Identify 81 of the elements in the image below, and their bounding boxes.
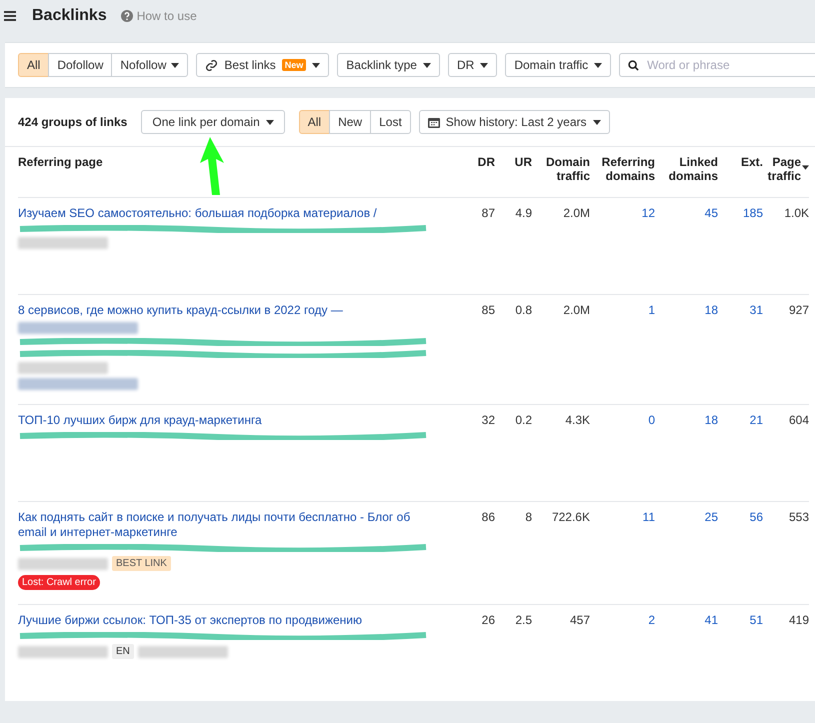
caret-icon: [312, 62, 320, 68]
table-cell: 419: [788, 613, 809, 627]
table-cell: 8: [525, 510, 532, 524]
table-cell: 927: [788, 303, 809, 317]
caret-icon: [266, 120, 274, 124]
count-link[interactable]: 2: [648, 613, 655, 627]
table-cell: 32: [482, 413, 495, 427]
count-link[interactable]: 0: [648, 413, 655, 427]
count-link[interactable]: 18: [704, 413, 718, 427]
caret-icon: [592, 120, 601, 124]
table-cell: 604: [788, 413, 809, 427]
caret-icon: [480, 62, 488, 68]
arrow-annotation: [198, 137, 226, 197]
filter-dropdown[interactable]: Domain traffic: [505, 53, 612, 77]
column-header[interactable]: Referring page: [18, 147, 467, 197]
table-cell: 1.0K: [784, 206, 809, 220]
table-cell: 2.5: [515, 613, 532, 627]
caret-icon: [171, 62, 180, 68]
column-header[interactable]: Ext.: [718, 147, 763, 197]
table-cell: 553: [788, 510, 809, 524]
table-cell: 2.0M: [563, 206, 590, 220]
count-link[interactable]: 185: [742, 206, 763, 220]
table-cell: 86: [482, 510, 495, 524]
search-icon: [628, 60, 640, 71]
table-cell: 722.6K: [552, 510, 590, 524]
new-badge: New: [282, 59, 306, 71]
count-link[interactable]: 51: [750, 613, 763, 627]
link-type-tab[interactable]: All: [18, 53, 50, 77]
language-tag: EN: [112, 644, 134, 659]
count-link[interactable]: 12: [642, 206, 655, 220]
count-link[interactable]: 41: [704, 613, 718, 627]
filter-dropdown[interactable]: Best links New: [196, 53, 330, 77]
count-link[interactable]: 18: [704, 303, 718, 317]
table-cell: 2.0M: [563, 303, 590, 317]
page-title-link[interactable]: Как поднять сайт в поиске и получать лиды почти бесплатно - Блог об email и интернет-маркетинге: [18, 510, 439, 540]
best-link-tag: BEST LINK: [112, 556, 171, 571]
menu-icon[interactable]: [4, 11, 16, 21]
table-cell: 4.9: [515, 206, 532, 220]
column-header[interactable]: Domain traffic: [532, 147, 590, 197]
page-title: Backlinks: [32, 7, 107, 25]
link-type-tab[interactable]: Nofollow: [111, 53, 188, 77]
count-link[interactable]: 25: [704, 510, 718, 524]
column-header[interactable]: Linked domains: [655, 147, 718, 197]
column-header[interactable]: Page traffic: [763, 147, 809, 197]
column-header[interactable]: Referring domains: [590, 147, 655, 197]
status-tab[interactable]: Lost: [370, 110, 411, 134]
status-tab[interactable]: New: [329, 110, 372, 134]
lost-status-tag: Lost: Crawl error: [18, 575, 100, 590]
count-link[interactable]: 1: [648, 303, 655, 317]
count-link[interactable]: 11: [642, 510, 655, 524]
caret-icon: [422, 62, 431, 68]
table-cell: 85: [482, 303, 495, 317]
count-link[interactable]: 31: [750, 303, 763, 317]
groups-count: 424 groups of links: [18, 115, 128, 129]
column-header[interactable]: UR: [495, 147, 532, 197]
page-title-link[interactable]: ТОП-10 лучших бирж для крауд-маркетинга: [18, 413, 439, 428]
count-link[interactable]: 21: [750, 413, 763, 427]
count-link[interactable]: 45: [704, 206, 718, 220]
calendar-icon: [428, 116, 440, 128]
table-cell: 457: [570, 613, 590, 627]
caret-icon: [802, 165, 809, 170]
page-title-link[interactable]: Лучшие биржи ссылок: ТОП-35 от экспертов по продвижению: [18, 613, 439, 628]
link-type-tab[interactable]: Dofollow: [48, 53, 112, 77]
table-cell: 87: [482, 206, 495, 220]
status-tab[interactable]: All: [298, 110, 330, 134]
table-cell: 4.3K: [565, 413, 590, 427]
filter-dropdown[interactable]: Backlink type: [337, 53, 440, 77]
search-field[interactable]: Word or phrase: [619, 53, 815, 77]
table-cell: 0.8: [515, 303, 532, 317]
link-icon: [205, 58, 218, 72]
column-header[interactable]: DR: [467, 147, 495, 197]
page-title-link[interactable]: Изучаем SEO самостоятельно: большая подборка материалов /: [18, 206, 439, 221]
table-cell: 26: [482, 613, 495, 627]
count-link[interactable]: 56: [750, 510, 763, 524]
page-title-link[interactable]: 8 сервисов, где можно купить крауд-ссылки в 2022 году —: [18, 303, 439, 318]
table-cell: 0.2: [515, 413, 532, 427]
grouping-dropdown[interactable]: One link per domain: [141, 110, 285, 134]
help-icon: [120, 10, 133, 22]
caret-icon: [594, 62, 602, 68]
filter-dropdown[interactable]: DR: [448, 53, 498, 77]
history-dropdown[interactable]: Show history: Last 2 years: [418, 110, 610, 134]
